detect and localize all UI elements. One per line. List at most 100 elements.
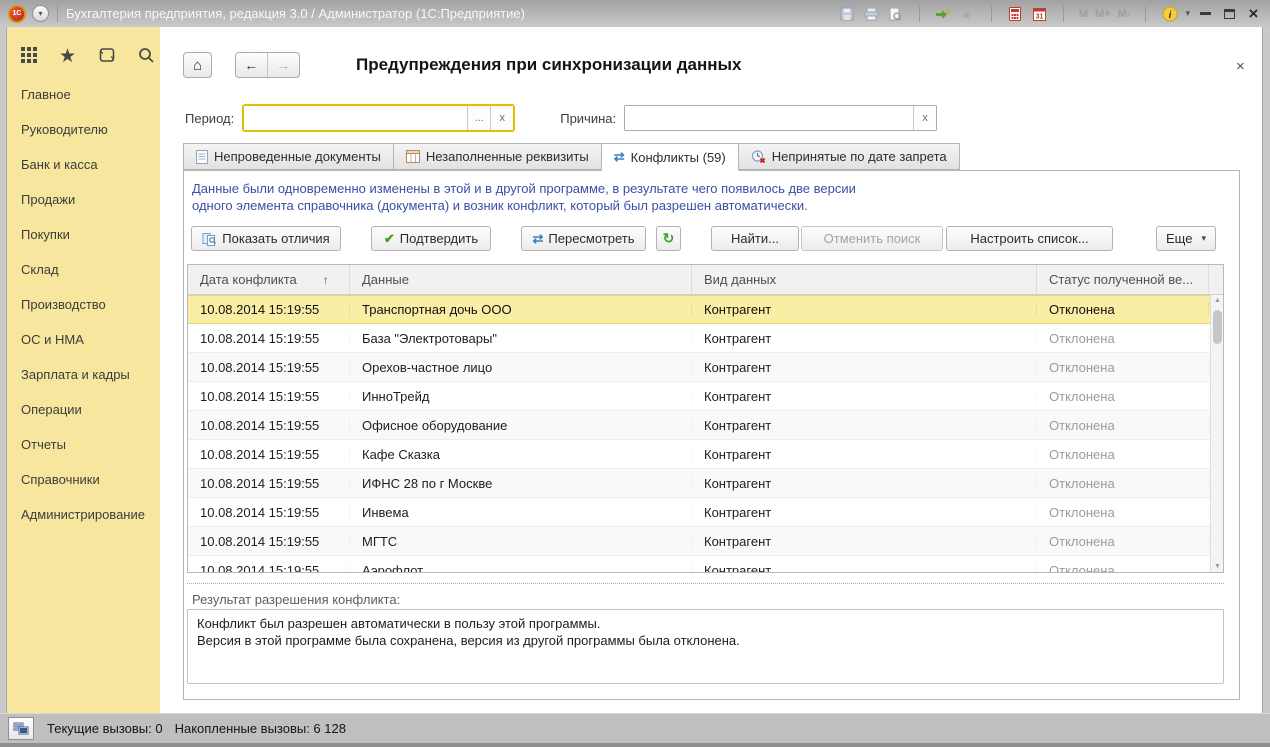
favorites-button[interactable]: ★	[959, 5, 976, 22]
help-button[interactable]: i	[1161, 5, 1178, 22]
show-differences-button[interactable]: Показать отличия	[191, 226, 341, 251]
performance-indicator-button[interactable]	[8, 717, 34, 740]
result-label: Результат разрешения конфликта:	[192, 592, 400, 607]
sidebar-item-pokupki[interactable]: Покупки	[7, 217, 160, 252]
main-menu-dropdown-button[interactable]: ▾	[32, 5, 49, 22]
sidebar-item-rukovoditelyu[interactable]: Руководителю	[7, 112, 160, 147]
sidebar-item-os-i-nma[interactable]: ОС и НМА	[7, 322, 160, 357]
back-button[interactable]: ←	[236, 53, 268, 77]
home-button[interactable]: ⌂	[183, 52, 212, 78]
table-row[interactable]: 10.08.2014 15:19:55 Офисное оборудование…	[188, 411, 1223, 440]
maximize-icon	[1224, 9, 1235, 19]
window-frame-right	[1262, 27, 1270, 713]
column-header-date[interactable]: Дата конфликта ↑	[188, 265, 350, 294]
tab-bar: Непроведенные документы Незаполненные ре…	[183, 143, 959, 170]
splitter-handle[interactable]	[187, 583, 1224, 584]
cell-status: Отклонена	[1037, 331, 1209, 346]
table-row[interactable]: 10.08.2014 15:19:55 Аэрофлот Контрагент …	[188, 556, 1223, 572]
divider	[1145, 6, 1146, 22]
cell-date: 10.08.2014 15:19:55	[188, 331, 350, 346]
sidebar-item-sklad[interactable]: Склад	[7, 252, 160, 287]
refresh-icon: ↻	[663, 230, 675, 247]
close-icon: ×	[1236, 58, 1245, 75]
memory-mplus-button[interactable]: M+	[1095, 8, 1111, 20]
button-label: Показать отличия	[222, 231, 329, 246]
window-frame-bottom	[0, 743, 1270, 747]
memory-mminus-button[interactable]: M-	[1118, 8, 1131, 20]
cell-data: Кафе Сказка	[350, 447, 692, 462]
button-label: Отменить поиск	[824, 231, 921, 246]
save-icon	[840, 7, 854, 21]
1c-logo-icon: 1С	[8, 5, 26, 23]
help-dropdown-icon[interactable]: ▾	[1185, 8, 1190, 19]
memory-m-button[interactable]: M	[1079, 8, 1088, 20]
reason-label: Причина:	[560, 111, 616, 126]
history-scroll-icon	[97, 46, 116, 64]
close-window-button[interactable]: ×	[1245, 5, 1262, 22]
table-row[interactable]: 10.08.2014 15:19:55 Инвема Контрагент От…	[188, 498, 1223, 527]
table-row[interactable]: 10.08.2014 15:19:55 Орехов-частное лицо …	[188, 353, 1223, 382]
sidebar-item-proizvodstvo[interactable]: Производство	[7, 287, 160, 322]
table-row[interactable]: 10.08.2014 15:19:55 База "Электротовары"…	[188, 324, 1223, 353]
reason-clear-button[interactable]: x	[913, 106, 936, 130]
table-row[interactable]: 10.08.2014 15:19:55 ИФНС 28 по г Москве …	[188, 469, 1223, 498]
table-row[interactable]: 10.08.2014 15:19:55 Транспортная дочь ОО…	[188, 295, 1223, 324]
cell-date: 10.08.2014 15:19:55	[188, 447, 350, 462]
calendar-button[interactable]: 31	[1031, 5, 1048, 22]
tab-konflikty[interactable]: ⇄ Конфликты (59)	[601, 143, 739, 171]
sidebar-item-bank-i-kassa[interactable]: Банк и касса	[7, 147, 160, 182]
find-button[interactable]: Найти...	[711, 226, 799, 251]
cancel-search-button[interactable]: Отменить поиск	[801, 226, 943, 251]
refresh-button[interactable]: ↻	[656, 226, 681, 251]
form-close-button[interactable]: ×	[1236, 58, 1245, 75]
sidebar-item-operacii[interactable]: Операции	[7, 392, 160, 427]
history-button[interactable]	[97, 46, 116, 67]
sidebar-item-prodazhi[interactable]: Продажи	[7, 182, 160, 217]
column-header-data[interactable]: Данные	[350, 265, 692, 294]
table-body: 10.08.2014 15:19:55 Транспортная дочь ОО…	[188, 295, 1223, 572]
cell-kind: Контрагент	[692, 389, 1037, 404]
sidebar-item-administrirovanie[interactable]: Администрирование	[7, 497, 160, 532]
favorites-button[interactable]: ★	[59, 47, 76, 66]
column-header-status[interactable]: Статус полученной ве...	[1037, 265, 1209, 294]
table-row[interactable]: 10.08.2014 15:19:55 Кафе Сказка Контраге…	[188, 440, 1223, 469]
scrollbar-thumb[interactable]	[1213, 310, 1222, 344]
tab-nezapolnennye-rekvizity[interactable]: Незаполненные реквизиты	[393, 143, 602, 170]
period-choose-button[interactable]: ...	[467, 106, 490, 130]
table-row[interactable]: 10.08.2014 15:19:55 МГТС Контрагент Откл…	[188, 527, 1223, 556]
calculator-button[interactable]	[1007, 5, 1024, 22]
table-row[interactable]: 10.08.2014 15:19:55 ИнноТрейд Контрагент…	[188, 382, 1223, 411]
search-button[interactable]	[137, 46, 155, 67]
tab-neprovedennye-dokumenty[interactable]: Непроведенные документы	[183, 143, 394, 170]
save-button[interactable]	[839, 5, 856, 22]
divider	[1063, 6, 1064, 22]
scroll-down-icon[interactable]: ▼	[1211, 563, 1223, 570]
period-clear-button[interactable]: x	[490, 106, 513, 130]
sidebar-item-otchety[interactable]: Отчеты	[7, 427, 160, 462]
confirm-button[interactable]: ✔ Подтвердить	[371, 226, 491, 251]
vertical-scrollbar[interactable]: ▲ ▼	[1210, 295, 1223, 572]
period-input[interactable]	[244, 106, 467, 130]
sidebar-item-zarplata-i-kadry[interactable]: Зарплата и кадры	[7, 357, 160, 392]
add-favorite-button[interactable]: ★	[935, 5, 952, 22]
maximize-button[interactable]	[1221, 5, 1238, 22]
tab-neprinyatye-po-date-zapreta[interactable]: Непринятые по дате запрета	[738, 143, 960, 170]
print-button[interactable]	[863, 5, 880, 22]
check-icon: ✔	[384, 231, 395, 247]
sections-grid-button[interactable]	[20, 46, 38, 67]
cell-kind: Контрагент	[692, 505, 1037, 520]
print-preview-button[interactable]	[887, 5, 904, 22]
review-button[interactable]: ⇄ Пересмотреть	[521, 226, 646, 251]
column-header-kind[interactable]: Вид данных	[692, 265, 1037, 294]
monitors-icon	[13, 722, 29, 736]
conflicts-panel: Данные были одновременно изменены в этой…	[183, 170, 1240, 700]
more-button[interactable]: Еще ▾	[1156, 226, 1216, 251]
sidebar-item-spravochniki[interactable]: Справочники	[7, 462, 160, 497]
sidebar-item-glavnoe[interactable]: Главное	[7, 77, 160, 112]
configure-list-button[interactable]: Настроить список...	[946, 226, 1113, 251]
cell-data: Офисное оборудование	[350, 418, 692, 433]
minimize-button[interactable]	[1197, 5, 1214, 22]
forward-button[interactable]: →	[268, 53, 299, 77]
reason-input[interactable]	[625, 106, 913, 130]
scroll-up-icon[interactable]: ▲	[1211, 297, 1223, 304]
